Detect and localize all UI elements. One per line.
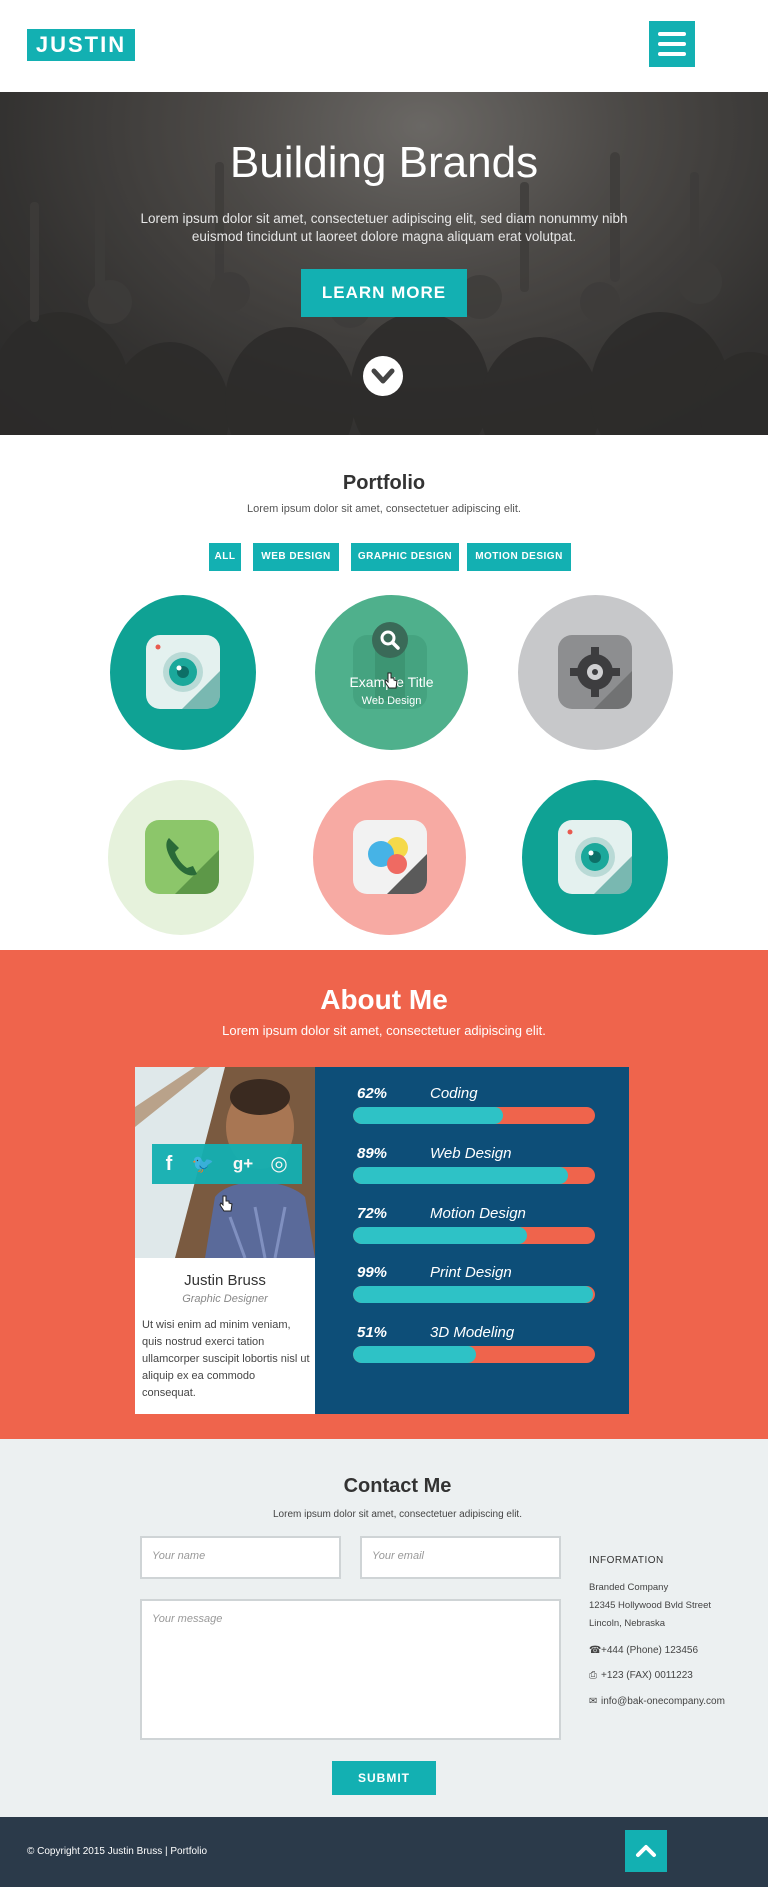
contact-section: Contact Me Lorem ipsum dolor sit amet, c… bbox=[0, 1439, 768, 1817]
twitter-icon[interactable]: 🐦 bbox=[186, 1144, 220, 1184]
profile-role: Graphic Designer bbox=[182, 1293, 268, 1305]
skill-bar bbox=[353, 1346, 595, 1363]
info-phone: +444 (Phone) 123456 bbox=[601, 1645, 699, 1656]
filter-graphic-design[interactable]: GRAPHIC DESIGN bbox=[351, 543, 459, 571]
info-city: Lincoln, Nebraska bbox=[589, 1618, 666, 1629]
camera-icon bbox=[146, 635, 220, 709]
hero-section: Building Brands Lorem ipsum dolor sit am… bbox=[0, 92, 768, 435]
message-field[interactable]: Your message bbox=[140, 1599, 561, 1740]
skill-bar bbox=[353, 1286, 595, 1303]
info-fax: +123 (FAX) 0011223 bbox=[601, 1670, 693, 1681]
site-header: JUSTIN bbox=[0, 0, 768, 92]
chevron-up-icon bbox=[636, 1845, 656, 1857]
skill-bar-fill bbox=[353, 1167, 569, 1184]
menu-button[interactable] bbox=[649, 21, 695, 67]
learn-more-button[interactable]: LEARN MORE bbox=[301, 269, 467, 317]
social-links: f 🐦 g+ ◎ bbox=[152, 1144, 302, 1184]
info-email[interactable]: info@bak-onecompany.com bbox=[601, 1696, 725, 1707]
skill-percent: 89% bbox=[357, 1145, 388, 1162]
info-email-row: ✉ info@bak-onecompany.com bbox=[589, 1696, 725, 1707]
name-field[interactable]: Your name bbox=[140, 1536, 341, 1579]
dribbble-icon[interactable]: ◎ bbox=[262, 1144, 296, 1184]
hamburger-menu-icon bbox=[658, 32, 686, 36]
portfolio-item-hovered[interactable]: Example Title Web Design bbox=[315, 595, 468, 750]
skill-bar bbox=[353, 1167, 595, 1184]
skill-name: Coding bbox=[430, 1085, 478, 1102]
submit-button[interactable]: SUBMIT bbox=[332, 1761, 436, 1795]
scroll-down-button[interactable] bbox=[363, 356, 403, 396]
gear-icon bbox=[558, 635, 632, 709]
skill-percent: 51% bbox=[357, 1324, 388, 1341]
portfolio-title: Portfolio bbox=[342, 472, 426, 494]
skill-percent: 72% bbox=[357, 1205, 388, 1222]
phone-icon bbox=[145, 820, 219, 894]
info-fax-row: ⎙ +123 (FAX) 0011223 bbox=[589, 1670, 693, 1681]
logo[interactable]: JUSTIN bbox=[27, 29, 135, 61]
skills-panel: 62% Coding 89% Web Design 72% Motion Des… bbox=[315, 1067, 629, 1414]
hand-cursor-icon bbox=[219, 1195, 233, 1212]
facebook-icon[interactable]: f bbox=[152, 1144, 186, 1184]
portfolio-item[interactable] bbox=[110, 595, 256, 750]
phone-icon: ☎ bbox=[589, 1645, 602, 1656]
info-company: Branded Company bbox=[589, 1582, 669, 1593]
hero-title: Building Brands bbox=[229, 138, 539, 187]
skill-name: Print Design bbox=[430, 1264, 512, 1281]
skill-name: Web Design bbox=[430, 1145, 512, 1162]
printer-icon: ⎙ bbox=[589, 1670, 597, 1681]
info-heading: INFORMATION bbox=[589, 1555, 664, 1566]
filter-motion-design[interactable]: MOTION DESIGN bbox=[467, 543, 571, 571]
envelope-icon: ✉ bbox=[589, 1696, 598, 1707]
about-title: About Me bbox=[320, 984, 448, 1015]
skill-bar-fill bbox=[353, 1346, 477, 1363]
portfolio-item[interactable] bbox=[108, 780, 254, 935]
profile-bio: Ut wisi enim ad minim veniam, quis nostr… bbox=[142, 1319, 310, 1399]
hero-subtitle: Lorem ipsum dolor sit amet, consectetuer… bbox=[140, 211, 628, 244]
filter-web-design[interactable]: WEB DESIGN bbox=[253, 543, 339, 571]
back-to-top-button[interactable] bbox=[625, 1830, 667, 1872]
about-section: About Me Lorem ipsum dolor sit amet, con… bbox=[0, 950, 768, 1439]
contact-title: Contact Me bbox=[343, 1475, 452, 1497]
palette-icon bbox=[353, 820, 427, 894]
profile-photo: f 🐦 g+ ◎ bbox=[135, 1067, 315, 1258]
zoom-button[interactable] bbox=[372, 622, 408, 658]
portfolio-subtitle: Lorem ipsum dolor sit amet, consectetuer… bbox=[247, 503, 521, 515]
copyright-text: © Copyright 2015 Justin Bruss | Portfoli… bbox=[27, 1846, 208, 1857]
info-phone-row: ☎+444 (Phone) 123456 bbox=[589, 1645, 698, 1656]
chevron-down-icon bbox=[371, 368, 395, 384]
skill-percent: 99% bbox=[357, 1264, 388, 1281]
portfolio-item[interactable] bbox=[522, 780, 668, 935]
portfolio-item[interactable] bbox=[518, 595, 673, 750]
search-icon bbox=[380, 630, 400, 650]
hamburger-menu-icon-line bbox=[658, 52, 686, 56]
contact-subtitle: Lorem ipsum dolor sit amet, consectetuer… bbox=[272, 1509, 522, 1520]
info-street: 12345 Hollywood Bvld Street bbox=[589, 1600, 711, 1611]
filter-all[interactable]: ALL bbox=[209, 543, 241, 571]
portfolio-item[interactable] bbox=[313, 780, 466, 935]
site-footer: © Copyright 2015 Justin Bruss | Portfoli… bbox=[0, 1817, 768, 1887]
hand-cursor-icon bbox=[384, 672, 398, 689]
skill-bar bbox=[353, 1227, 595, 1244]
skill-name: 3D Modeling bbox=[430, 1324, 515, 1341]
profile-name: Justin Bruss bbox=[184, 1272, 266, 1289]
camera-icon bbox=[558, 820, 632, 894]
google-plus-icon[interactable]: g+ bbox=[226, 1144, 260, 1184]
item-category: Web Design bbox=[361, 695, 422, 707]
hamburger-menu-icon-line bbox=[658, 42, 686, 46]
skill-percent: 62% bbox=[357, 1085, 388, 1102]
profile-card: f 🐦 g+ ◎ Justin Bruss Graphic Designer U… bbox=[135, 1067, 315, 1414]
skill-bar-fill bbox=[353, 1227, 528, 1244]
skill-bar-fill bbox=[353, 1286, 593, 1303]
skill-name: Motion Design bbox=[430, 1205, 526, 1222]
email-field[interactable]: Your email bbox=[360, 1536, 561, 1579]
skill-bar-fill bbox=[353, 1107, 504, 1124]
skill-bar bbox=[353, 1107, 595, 1124]
about-subtitle: Lorem ipsum dolor sit amet, consectetuer… bbox=[222, 1023, 546, 1038]
